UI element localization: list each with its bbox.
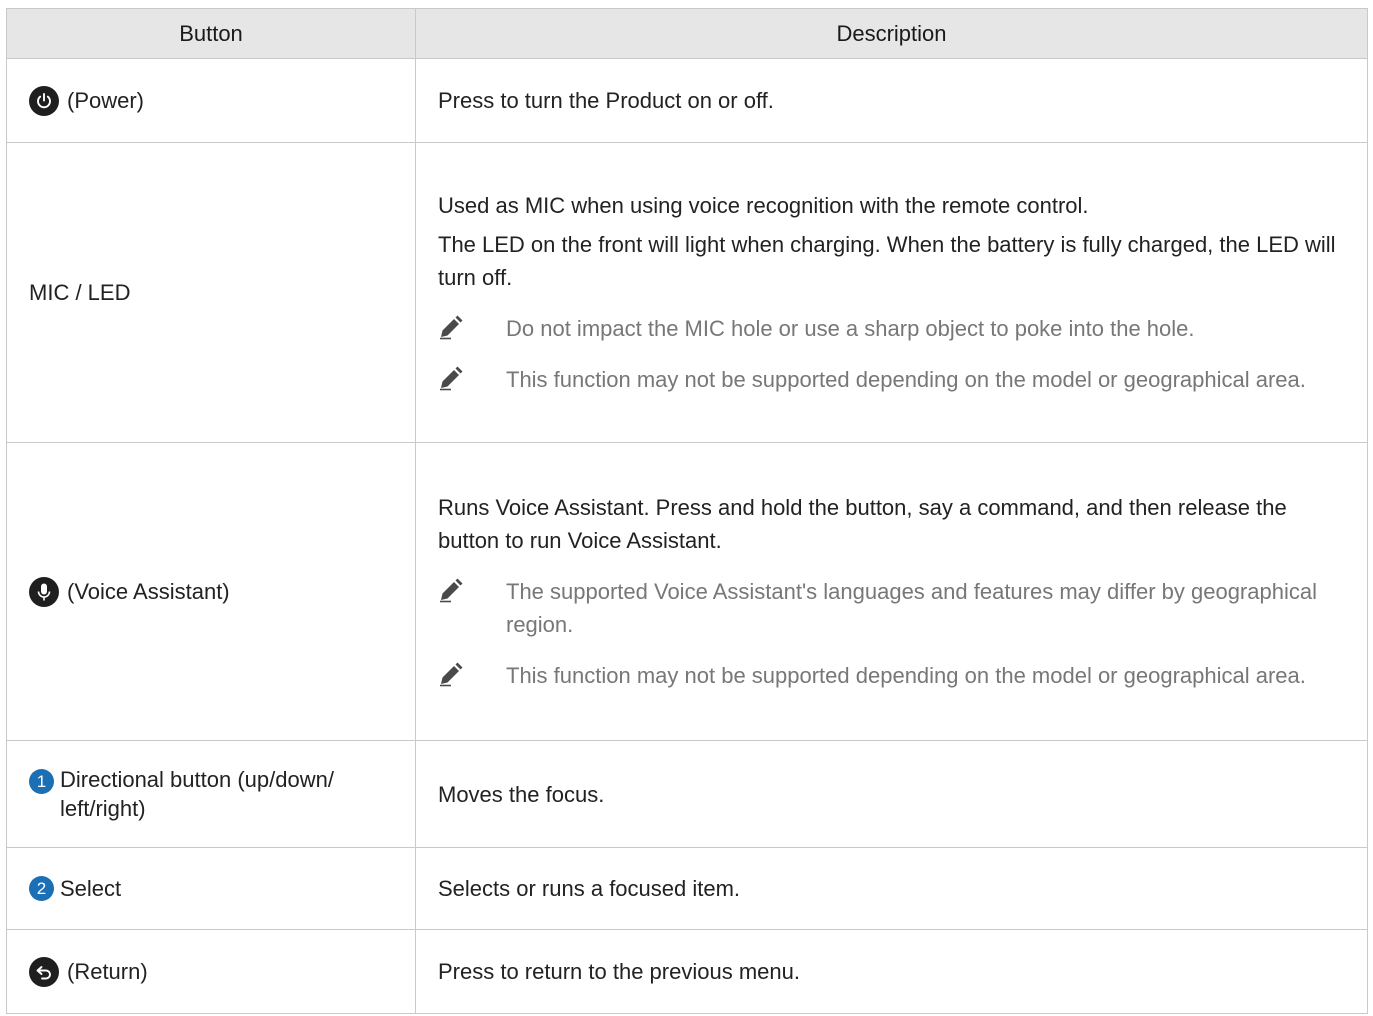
table-row: MIC / LED Used as MIC when using voice r… — [6, 142, 1368, 443]
button-label: MIC / LED — [29, 280, 131, 305]
button-description-table: Button Description (Power) Press to turn… — [6, 8, 1368, 1014]
table-row: (Return) Press to return to the previous… — [6, 929, 1368, 1014]
description-cell: Runs Voice Assistant. Press and hold the… — [415, 442, 1368, 741]
description-cell: Press to return to the previous menu. — [415, 929, 1368, 1014]
description-text: Press to turn the Product on or off. — [438, 88, 774, 113]
description-cell: Selects or runs a focused item. — [415, 847, 1368, 930]
description-text: Selects or runs a focused item. — [438, 876, 741, 901]
description-text: The LED on the front will light when cha… — [438, 232, 1336, 290]
return-icon — [29, 956, 59, 987]
note-text: This function may not be supported depen… — [506, 367, 1306, 392]
button-label: Directional button (up/down/ left/right) — [60, 767, 334, 821]
note-text: The supported Voice Assistant's language… — [506, 579, 1317, 637]
description-text: Used as MIC when using voice recognition… — [438, 193, 1089, 218]
header-button: Button — [6, 8, 416, 59]
button-label: (Return) — [67, 959, 148, 984]
microphone-icon — [29, 576, 59, 607]
note: The supported Voice Assistant's language… — [438, 575, 1343, 641]
button-cell: MIC / LED — [6, 142, 416, 443]
button-label: (Power) — [67, 88, 145, 113]
button-label: (Voice Assistant) — [67, 579, 230, 604]
number-badge-2: 2 — [29, 876, 54, 901]
note: This function may not be supported depen… — [438, 659, 1343, 692]
button-cell: (Power) — [6, 58, 416, 143]
note: This function may not be supported depen… — [438, 363, 1343, 396]
description-text: Runs Voice Assistant. Press and hold the… — [438, 495, 1287, 553]
table-row: 2 Select Selects or runs a focused item. — [6, 847, 1368, 930]
pencil-note-icon — [438, 312, 506, 345]
header-description: Description — [415, 8, 1368, 59]
pencil-note-icon — [438, 575, 506, 641]
pencil-note-icon — [438, 659, 506, 692]
button-cell: (Voice Assistant) — [6, 442, 416, 741]
table-header-row: Button Description — [6, 8, 1368, 59]
description-cell: Moves the focus. — [415, 740, 1368, 848]
table-row: 1 Directional button (up/down/ left/righ… — [6, 740, 1368, 848]
power-icon — [29, 85, 59, 116]
pencil-note-icon — [438, 363, 506, 396]
description-cell: Press to turn the Product on or off. — [415, 58, 1368, 143]
table-row: (Voice Assistant) Runs Voice Assistant. … — [6, 442, 1368, 741]
note-text: Do not impact the MIC hole or use a shar… — [506, 316, 1195, 341]
button-label: Select — [60, 876, 122, 901]
button-cell: 1 Directional button (up/down/ left/righ… — [6, 740, 416, 848]
note-text: This function may not be supported depen… — [506, 663, 1306, 688]
description-text: Press to return to the previous menu. — [438, 959, 800, 984]
description-text: Moves the focus. — [438, 781, 605, 807]
button-cell: (Return) — [6, 929, 416, 1014]
description-cell: Used as MIC when using voice recognition… — [415, 142, 1368, 443]
table-row: (Power) Press to turn the Product on or … — [6, 58, 1368, 143]
button-cell: 2 Select — [6, 847, 416, 930]
note: Do not impact the MIC hole or use a shar… — [438, 312, 1343, 345]
number-badge-1: 1 — [29, 769, 54, 794]
